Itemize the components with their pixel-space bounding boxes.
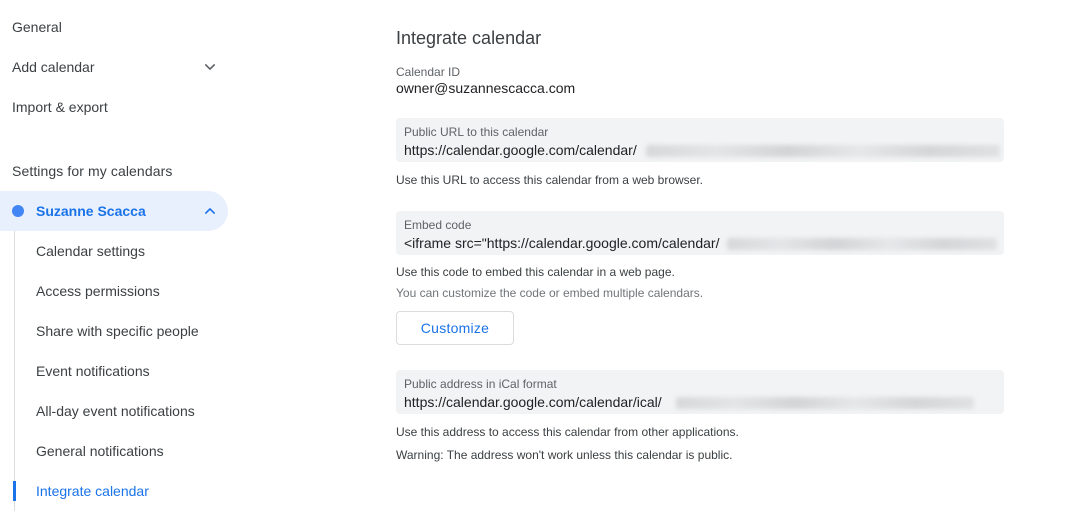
page-title: Integrate calendar (396, 28, 542, 48)
sub-item-share-with-specific-people[interactable]: Share with specific people (36, 311, 199, 351)
ical-address-field[interactable]: Public address in iCal format https://ca… (396, 370, 1004, 414)
nav-import-export[interactable]: Import & export (12, 87, 108, 127)
calendar-color-dot (12, 205, 24, 217)
ical-address-warning: Warning: The address won't work unless t… (396, 448, 733, 462)
calendar-id-label: Calendar ID (396, 65, 461, 79)
embed-code-redacted (727, 238, 997, 250)
sub-menu-active-indicator (13, 481, 16, 501)
embed-code-subhelp: You can customize the code or embed mult… (396, 286, 704, 300)
public-url-value: https://calendar.google.com/calendar/ (404, 142, 637, 158)
ical-address-label: Public address in iCal format (404, 377, 557, 391)
embed-code-field[interactable]: Embed code <iframe src="https://calendar… (396, 211, 1004, 255)
ical-address-redacted (676, 397, 974, 409)
calendar-item-selected[interactable]: Suzanne Scacca (0, 191, 228, 231)
customize-button[interactable]: Customize (396, 311, 514, 345)
nav-add-calendar-label: Add calendar (12, 59, 95, 75)
sub-item-all-day-event-notifications[interactable]: All-day event notifications (36, 391, 195, 431)
sub-item-general-notifications[interactable]: General notifications (36, 431, 164, 471)
nav-general-label: General (12, 19, 62, 35)
nav-add-calendar[interactable]: Add calendar (12, 47, 222, 87)
sub-item-calendar-settings[interactable]: Calendar settings (36, 231, 145, 271)
sub-item-integrate-calendar[interactable]: Integrate calendar (36, 471, 149, 511)
section-title-my-calendars: Settings for my calendars (12, 163, 173, 179)
nav-general[interactable]: General (12, 7, 62, 47)
public-url-field[interactable]: Public URL to this calendar https://cale… (396, 118, 1004, 162)
public-url-label: Public URL to this calendar (404, 125, 549, 139)
settings-sidebar: General Add calendar Import & export Set… (0, 0, 240, 511)
embed-code-value: <iframe src="https://calendar.google.com… (404, 235, 720, 251)
embed-code-label: Embed code (404, 218, 472, 232)
public-url-redacted (646, 145, 1000, 157)
sub-item-event-notifications[interactable]: Event notifications (36, 351, 150, 391)
chevron-down-icon[interactable] (200, 57, 220, 77)
embed-code-help: Use this code to embed this calendar in … (396, 265, 675, 279)
public-url-help: Use this URL to access this calendar fro… (396, 173, 704, 187)
ical-address-help: Use this address to access this calendar… (396, 425, 739, 439)
sub-menu-rail (14, 231, 15, 511)
ical-address-value: https://calendar.google.com/calendar/ica… (404, 394, 662, 410)
calendar-settings-page: General Add calendar Import & export Set… (0, 0, 1089, 511)
calendar-name: Suzanne Scacca (36, 203, 146, 219)
nav-import-export-label: Import & export (12, 99, 108, 115)
calendar-id-value: owner@suzannescacca.com (396, 80, 576, 96)
sub-item-access-permissions[interactable]: Access permissions (36, 271, 160, 311)
chevron-up-icon[interactable] (200, 201, 220, 221)
